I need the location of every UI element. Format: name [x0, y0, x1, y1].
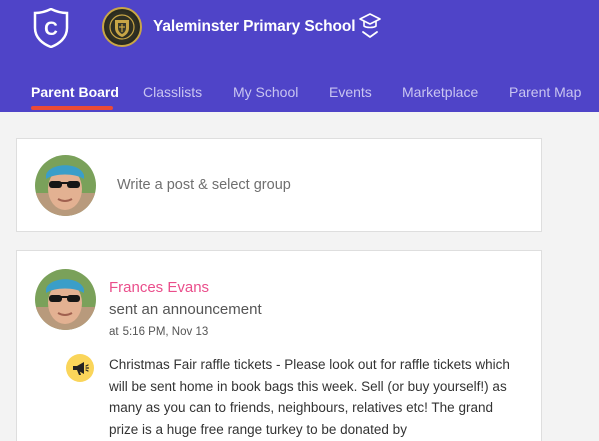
app-logo-letter: C	[44, 19, 58, 40]
app-header: C Yaleminster Primary School Parent Boar…	[0, 0, 599, 112]
post-author[interactable]: Frances Evans	[109, 279, 209, 296]
post-composer[interactable]: Write a post & select group	[16, 138, 542, 232]
app-logo-icon[interactable]: C	[33, 7, 69, 49]
post-timestamp: at 5:16 PM, Nov 13	[109, 326, 208, 338]
tab-marketplace[interactable]: Marketplace	[402, 84, 478, 100]
graduation-cap-chevron-icon[interactable]	[359, 12, 381, 44]
tab-parent-map[interactable]: Parent Map	[509, 84, 581, 100]
post-action: sent an announcement	[109, 301, 262, 318]
school-crest-icon[interactable]	[102, 7, 142, 47]
post-input-placeholder[interactable]: Write a post & select group	[117, 177, 291, 193]
tab-my-school[interactable]: My School	[233, 84, 298, 100]
active-tab-indicator	[31, 106, 113, 110]
megaphone-icon	[66, 354, 94, 382]
main-nav: Parent Board Classlists My School Events…	[0, 82, 599, 112]
tab-classlists[interactable]: Classlists	[143, 84, 202, 100]
post-body: Christmas Fair raffle tickets - Please l…	[109, 357, 510, 437]
tab-parent-board[interactable]: Parent Board	[31, 84, 119, 100]
timestamp-value: 5:16 PM, Nov 13	[122, 326, 209, 338]
avatar[interactable]	[35, 155, 96, 216]
avatar[interactable]	[35, 269, 96, 330]
timestamp-at-label: at	[109, 326, 119, 338]
school-name[interactable]: Yaleminster Primary School	[153, 18, 356, 36]
announcement-post: Frances Evans sent an announcement at 5:1…	[16, 250, 542, 441]
tab-events[interactable]: Events	[329, 84, 372, 100]
